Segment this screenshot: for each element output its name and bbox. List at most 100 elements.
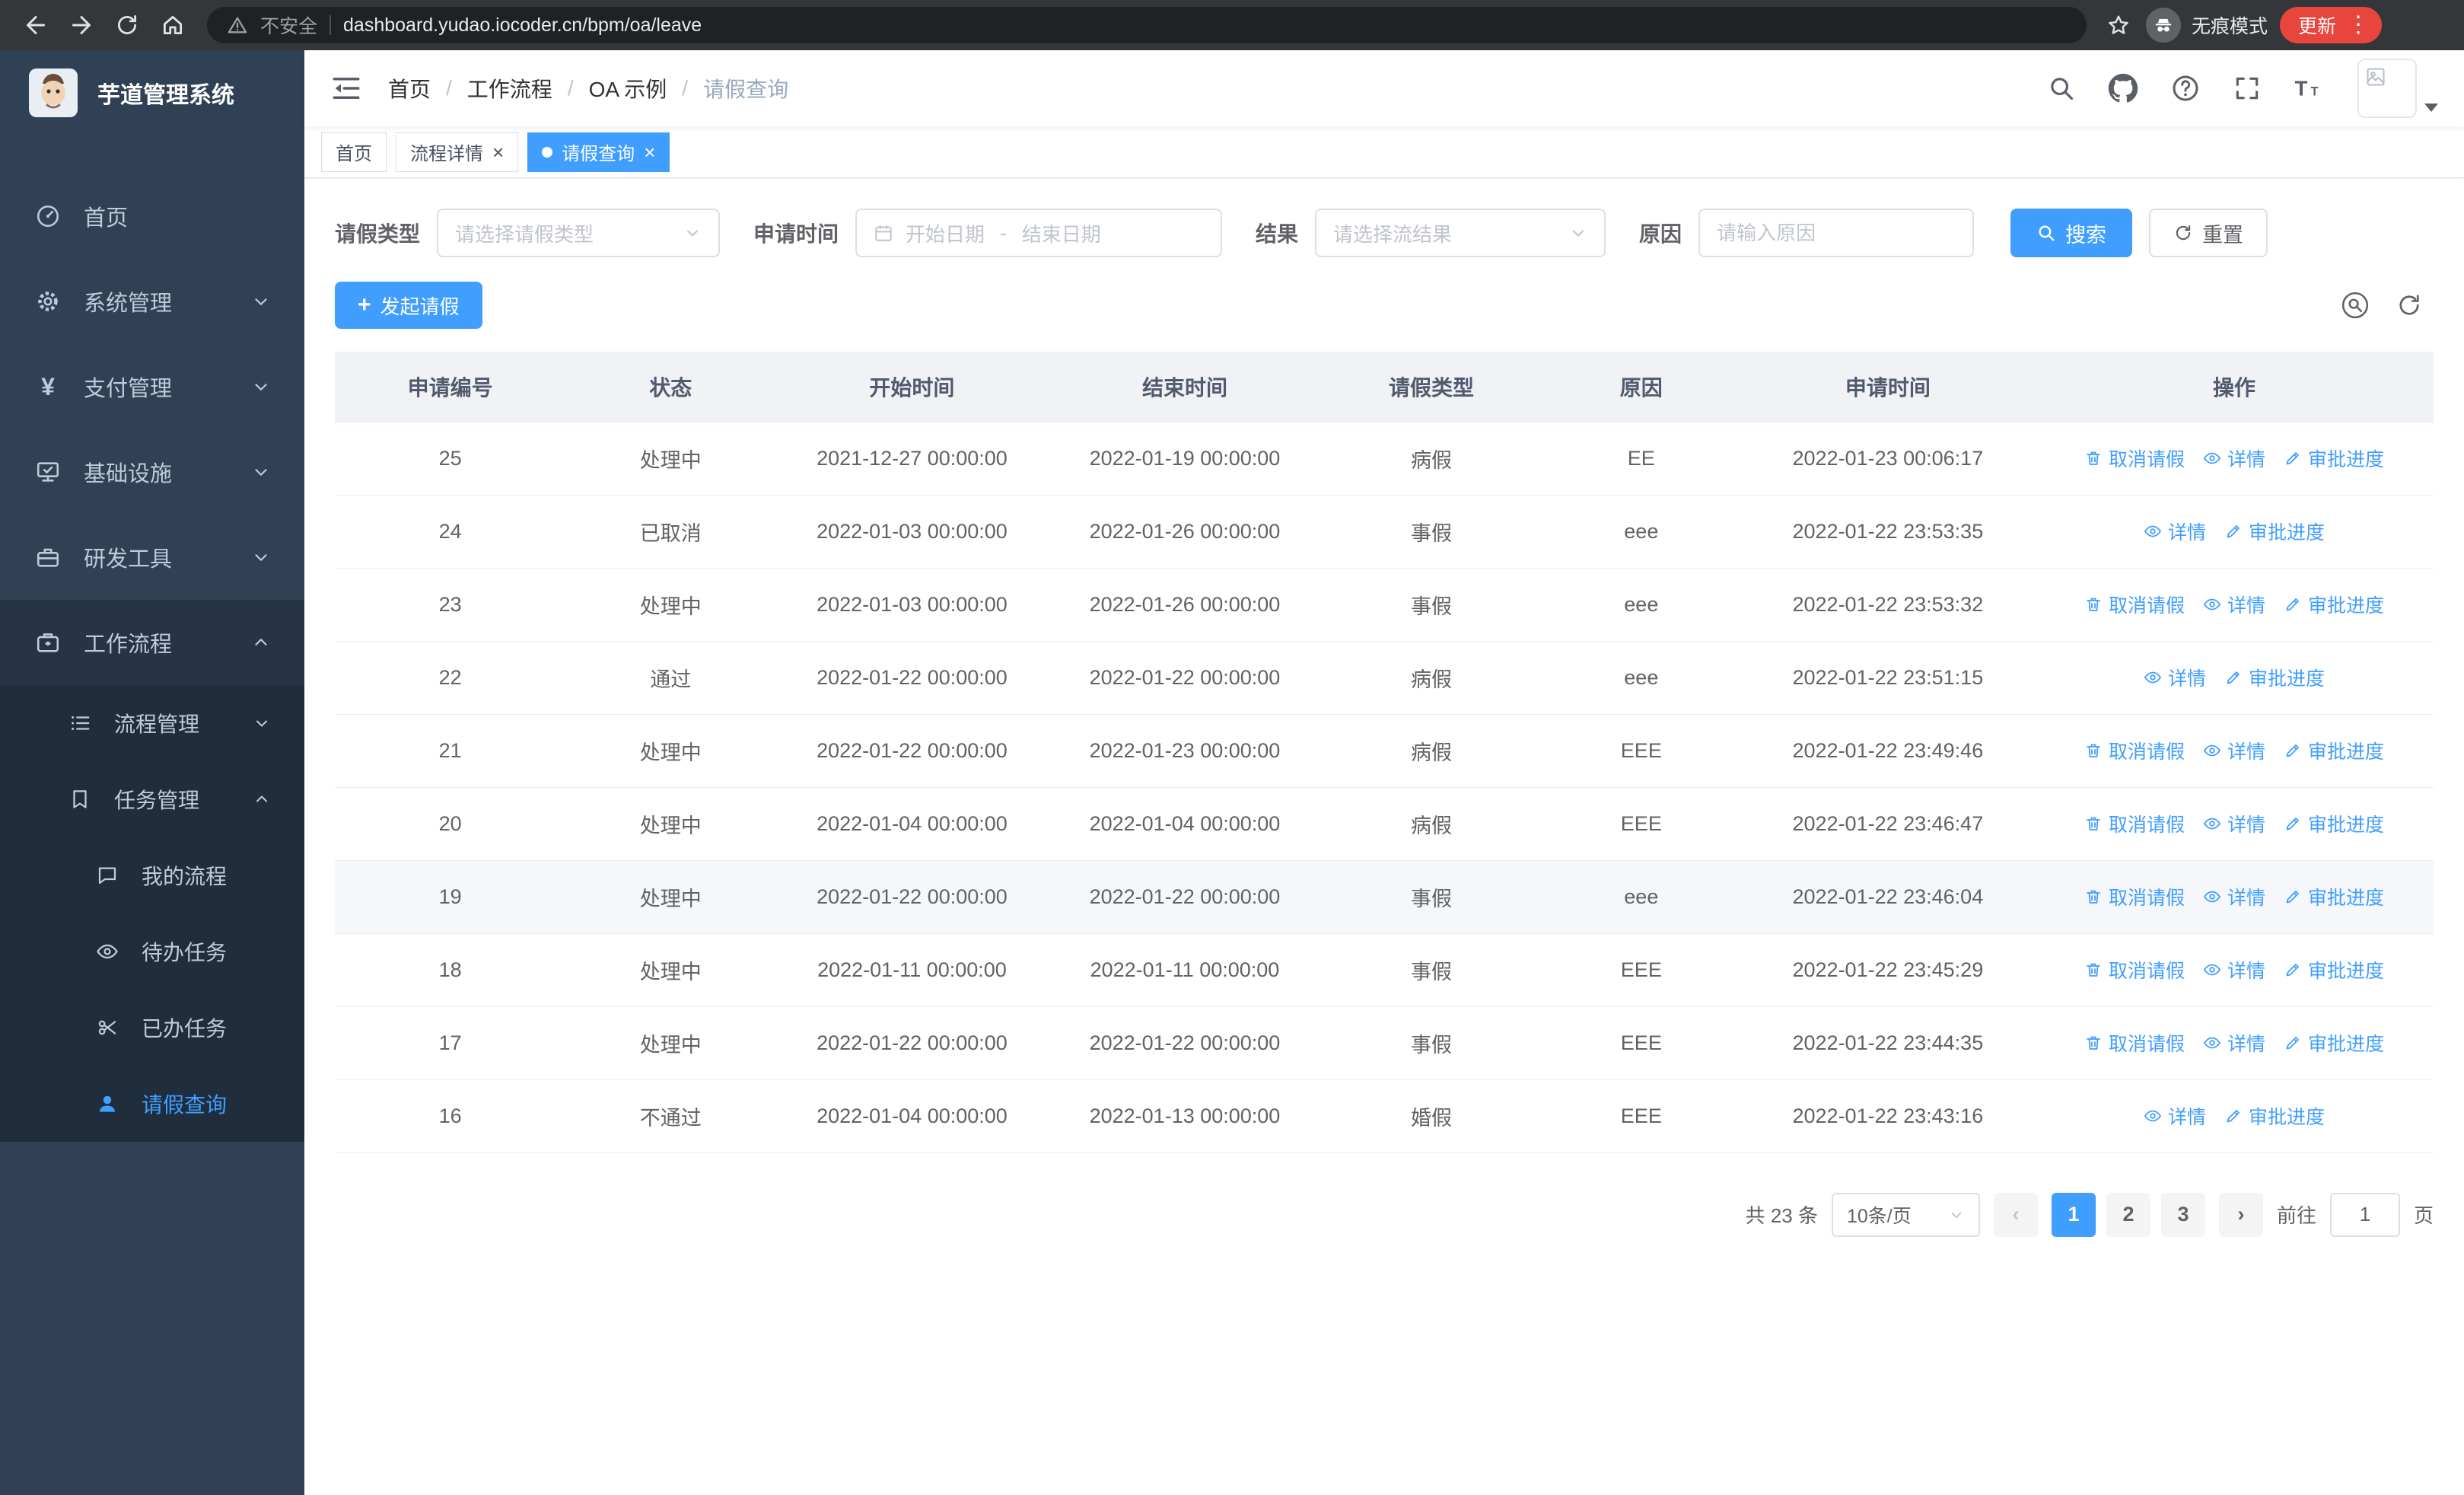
tab-leave-query[interactable]: 请假查询 × (527, 132, 670, 172)
browser-back-button[interactable] (15, 5, 56, 46)
column-header-start-time: 开始时间 (775, 352, 1049, 422)
result-select[interactable]: 请选择流结果 (1315, 209, 1606, 257)
cell-status: 处理中 (565, 422, 776, 496)
search-button[interactable]: 搜索 (2010, 209, 2133, 257)
approval-progress-link[interactable]: 审批进度 (2284, 883, 2384, 910)
refresh-table-button[interactable] (2396, 292, 2423, 319)
cancel-leave-link[interactable]: 取消请假 (2084, 810, 2185, 837)
close-icon[interactable]: × (644, 142, 655, 162)
user-menu[interactable] (2357, 59, 2438, 118)
page-button-1[interactable]: 1 (2051, 1192, 2096, 1237)
sidebar-item-my-processes[interactable]: 我的流程 (0, 837, 304, 913)
approval-progress-link[interactable]: 审批进度 (2284, 737, 2384, 764)
tab-home[interactable]: 首页 (321, 132, 387, 172)
cell-apply-id: 16 (335, 1079, 566, 1153)
page-button-3[interactable]: 3 (2160, 1192, 2205, 1237)
cell-apply-time: 2022-01-22 23:44:35 (1740, 1006, 2035, 1080)
detail-link[interactable]: 详情 (2203, 810, 2265, 837)
approval-progress-link[interactable]: 审批进度 (2284, 1029, 2384, 1057)
detail-link[interactable]: 详情 (2144, 664, 2206, 691)
sidebar-logo[interactable]: 芋道管理系统 (0, 50, 304, 135)
total-count: 共 23 条 (1745, 1204, 1818, 1227)
url-bar[interactable]: 不安全 dashboard.yudao.iocoder.cn/bpm/oa/le… (207, 7, 2087, 43)
approval-progress-link[interactable]: 审批进度 (2224, 664, 2325, 691)
github-button[interactable] (2108, 73, 2138, 104)
sidebar-item-workflow[interactable]: 工作流程 (0, 600, 304, 685)
help-button[interactable] (2170, 73, 2201, 104)
approval-progress-link[interactable]: 审批进度 (2224, 1102, 2325, 1130)
sidebar-item-leave-query[interactable]: 请假查询 (0, 1066, 304, 1142)
cell-apply-id: 22 (335, 641, 566, 715)
sidebar-item-system[interactable]: 系统管理 (0, 259, 304, 344)
cancel-leave-link[interactable]: 取消请假 (2084, 956, 2185, 983)
sidebar-item-done-tasks[interactable]: 已办任务 (0, 990, 304, 1066)
cell-end-time: 2022-01-19 00:00:00 (1048, 422, 1322, 496)
svg-text:T: T (2295, 77, 2308, 100)
browser-home-button[interactable] (152, 5, 193, 46)
detail-link[interactable]: 详情 (2203, 883, 2265, 910)
table-row: 18 处理中 2022-01-11 00:00:00 2022-01-11 00… (335, 933, 2434, 1007)
dashboard-icon (35, 203, 61, 229)
apply-time-range-picker[interactable]: 开始日期 - 结束日期 (855, 209, 1223, 257)
fullscreen-button[interactable] (2233, 74, 2262, 103)
sidebar-toggle-button[interactable] (330, 72, 362, 104)
approval-progress-link[interactable]: 审批进度 (2284, 591, 2384, 618)
font-size-button[interactable]: TT (2294, 73, 2326, 104)
approval-progress-link[interactable]: 审批进度 (2284, 956, 2384, 983)
breadcrumb-separator: / (446, 76, 452, 100)
page-size-select[interactable]: 10条/页 (1831, 1192, 1980, 1237)
cell-leave-type: 事假 (1321, 568, 1542, 642)
detail-link[interactable]: 详情 (2203, 737, 2265, 764)
browser-reload-button[interactable] (107, 5, 148, 46)
detail-link[interactable]: 详情 (2203, 445, 2265, 472)
page-button-2[interactable]: 2 (2106, 1192, 2150, 1237)
next-page-button[interactable]: › (2218, 1192, 2263, 1237)
cell-operations: 详情 审批进度 (2034, 641, 2434, 715)
prev-page-button[interactable]: ‹ (1993, 1192, 2038, 1237)
cancel-leave-link[interactable]: 取消请假 (2084, 883, 2185, 910)
sidebar-item-infrastructure[interactable]: 基础设施 (0, 429, 304, 515)
close-icon[interactable]: × (492, 142, 504, 162)
tab-process-detail[interactable]: 流程详情 × (396, 132, 519, 172)
breadcrumb-item-workflow[interactable]: 工作流程 (467, 73, 552, 104)
detail-link[interactable]: 详情 (2203, 956, 2265, 983)
approval-progress-link[interactable]: 审批进度 (2284, 810, 2384, 837)
create-leave-button[interactable]: + 发起请假 (335, 282, 482, 329)
toggle-search-button[interactable] (2341, 291, 2370, 320)
detail-link[interactable]: 详情 (2203, 591, 2265, 618)
table-row: 17 处理中 2022-01-22 00:00:00 2022-01-22 00… (335, 1006, 2434, 1080)
bookmark-star-button[interactable] (2100, 7, 2137, 43)
sidebar-item-task-management[interactable]: 任务管理 (0, 761, 304, 837)
cancel-leave-link[interactable]: 取消请假 (2084, 591, 2185, 618)
goto-page-input[interactable] (2329, 1192, 2400, 1237)
detail-link[interactable]: 详情 (2144, 518, 2206, 545)
browser-update-button[interactable]: 更新 ⋮ (2280, 7, 2383, 43)
edit-icon (2284, 741, 2302, 760)
detail-link[interactable]: 详情 (2144, 1102, 2206, 1130)
tags-view-bar: 首页 流程详情 × 请假查询 × (304, 126, 2464, 178)
approval-progress-link[interactable]: 审批进度 (2224, 518, 2325, 545)
avatar[interactable] (2357, 59, 2417, 118)
cell-leave-type: 病假 (1321, 641, 1542, 715)
cancel-leave-link[interactable]: 取消请假 (2084, 445, 2185, 472)
cell-apply-time: 2022-01-22 23:53:32 (1740, 568, 2035, 642)
reason-input[interactable] (1700, 210, 1973, 256)
sidebar-item-process-management[interactable]: 流程管理 (0, 685, 304, 761)
sidebar-item-todo-tasks[interactable]: 待办任务 (0, 913, 304, 990)
breadcrumb-item-oa-example[interactable]: OA 示例 (589, 73, 667, 104)
sidebar-item-devtools[interactable]: 研发工具 (0, 515, 304, 600)
leave-type-select[interactable]: 请选择请假类型 (437, 209, 721, 257)
edit-icon (2284, 814, 2302, 833)
approval-progress-link[interactable]: 审批进度 (2284, 445, 2384, 472)
detail-link[interactable]: 详情 (2203, 1029, 2265, 1057)
cancel-leave-link[interactable]: 取消请假 (2084, 1029, 2185, 1057)
sidebar-item-payment[interactable]: ¥ 支付管理 (0, 344, 304, 429)
cancel-leave-link[interactable]: 取消请假 (2084, 737, 2185, 764)
reset-button[interactable]: 重置 (2149, 209, 2268, 257)
header-search-button[interactable] (2047, 74, 2076, 103)
sidebar-item-home[interactable]: 首页 (0, 174, 304, 259)
url-text: dashboard.yudao.iocoder.cn/bpm/oa/leave (343, 14, 702, 36)
column-header-leave-type: 请假类型 (1321, 352, 1542, 422)
browser-forward-button[interactable] (61, 5, 102, 46)
breadcrumb-item-home[interactable]: 首页 (388, 73, 431, 104)
